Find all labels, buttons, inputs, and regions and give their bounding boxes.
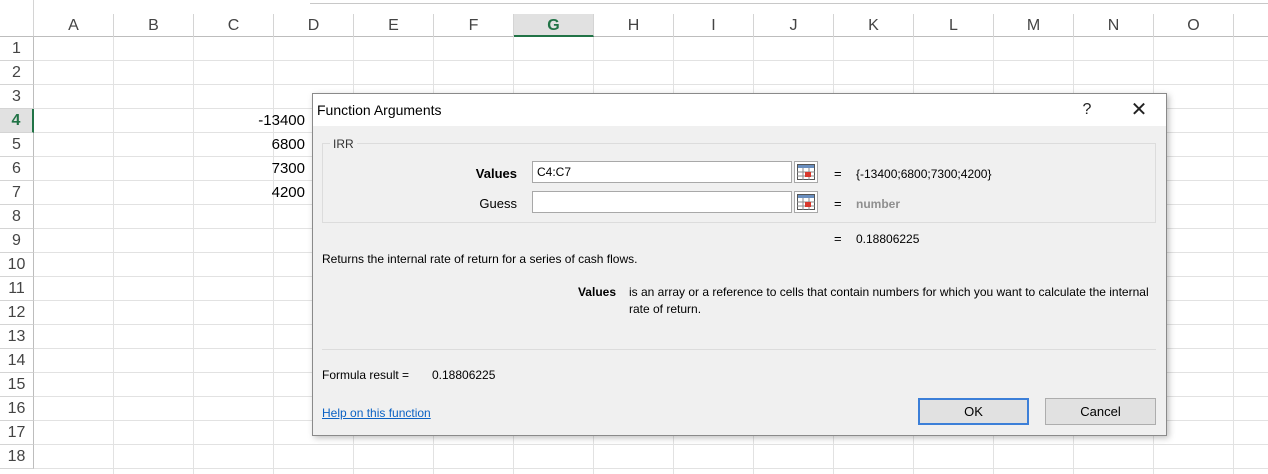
values-result: {-13400;6800;7300;4200} xyxy=(856,167,992,181)
row-header-5[interactable]: 5 xyxy=(0,133,34,157)
guess-result: number xyxy=(856,197,901,211)
cell-c4[interactable]: -13400 xyxy=(229,109,305,133)
column-header-g[interactable]: G xyxy=(514,14,594,37)
column-header-j[interactable]: J xyxy=(754,14,834,37)
column-header-k[interactable]: K xyxy=(834,14,914,37)
column-header-n[interactable]: N xyxy=(1074,14,1154,37)
column-header-i[interactable]: I xyxy=(674,14,754,37)
row-header-7[interactable]: 7 xyxy=(0,181,34,205)
divider xyxy=(322,349,1156,350)
function-description: Returns the internal rate of return for … xyxy=(322,252,638,266)
overall-result: 0.18806225 xyxy=(856,232,920,246)
row-header-11[interactable]: 11 xyxy=(0,277,34,301)
row-header-17[interactable]: 17 xyxy=(0,421,34,445)
ok-button[interactable]: OK xyxy=(918,398,1029,425)
select-all-corner[interactable] xyxy=(0,0,34,37)
column-headers: A B C D E F G H I J K L M N O xyxy=(34,14,1268,37)
values-label: Values xyxy=(475,166,517,181)
row-header-2[interactable]: 2 xyxy=(0,61,34,85)
row-header-8[interactable]: 8 xyxy=(0,205,34,229)
cell-c7[interactable]: 4200 xyxy=(229,181,305,205)
cancel-button[interactable]: Cancel xyxy=(1045,398,1156,425)
column-header-m[interactable]: M xyxy=(994,14,1074,37)
column-header-l[interactable]: L xyxy=(914,14,994,37)
values-equals: = xyxy=(834,166,842,181)
help-on-function-link[interactable]: Help on this function xyxy=(322,406,431,420)
row-header-13[interactable]: 13 xyxy=(0,325,34,349)
row-header-3[interactable]: 3 xyxy=(0,85,34,109)
row-header-18[interactable]: 18 xyxy=(0,445,34,469)
guess-equals: = xyxy=(834,196,842,211)
column-header-a[interactable]: A xyxy=(34,14,114,37)
formula-result-value: 0.18806225 xyxy=(432,368,496,382)
guess-label: Guess xyxy=(479,196,517,211)
help-icon[interactable]: ? xyxy=(1072,97,1102,123)
column-header-c[interactable]: C xyxy=(194,14,274,37)
column-header-o[interactable]: O xyxy=(1154,14,1234,37)
range-select-icon xyxy=(797,194,815,210)
row-header-16[interactable]: 16 xyxy=(0,397,34,421)
cell-c5[interactable]: 6800 xyxy=(229,133,305,157)
column-header-d[interactable]: D xyxy=(274,14,354,37)
formula-result-label: Formula result = xyxy=(322,368,410,382)
row-header-15[interactable]: 15 xyxy=(0,373,34,397)
parameter-description: is an array or a reference to cells that… xyxy=(629,285,1149,316)
row-header-1[interactable]: 1 xyxy=(0,37,34,61)
overall-equals: = xyxy=(834,231,842,246)
row-header-9[interactable]: 9 xyxy=(0,229,34,253)
row-header-12[interactable]: 12 xyxy=(0,301,34,325)
column-header-e[interactable]: E xyxy=(354,14,434,37)
values-input[interactable] xyxy=(532,161,792,183)
row-header-4[interactable]: 4 xyxy=(0,109,34,133)
dialog-title: Function Arguments xyxy=(317,102,442,118)
function-name: IRR xyxy=(330,137,357,151)
cell-c6[interactable]: 7300 xyxy=(229,157,305,181)
guess-collapse-button[interactable] xyxy=(794,191,818,213)
formula-bar-edge xyxy=(310,0,1268,4)
row-header-10[interactable]: 10 xyxy=(0,253,34,277)
parameter-name: Values xyxy=(577,285,616,299)
function-arguments-dialog: Function Arguments ? ✕ IRR Values = {-13… xyxy=(312,93,1167,436)
row-header-14[interactable]: 14 xyxy=(0,349,34,373)
column-header-b[interactable]: B xyxy=(114,14,194,37)
guess-input[interactable] xyxy=(532,191,792,213)
values-collapse-button[interactable] xyxy=(794,161,818,183)
row-header-6[interactable]: 6 xyxy=(0,157,34,181)
range-select-icon xyxy=(797,164,815,180)
close-icon[interactable]: ✕ xyxy=(1124,97,1154,123)
column-header-f[interactable]: F xyxy=(434,14,514,37)
column-header-h[interactable]: H xyxy=(594,14,674,37)
